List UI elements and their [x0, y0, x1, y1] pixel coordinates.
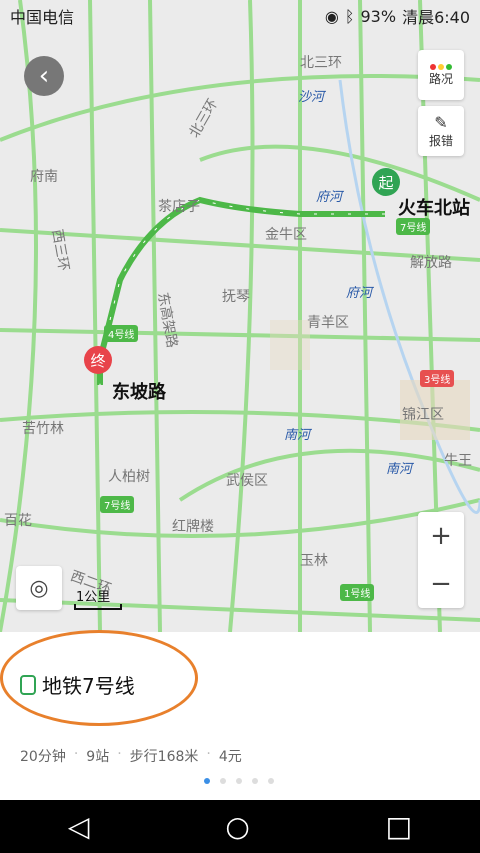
- annotation-circle: [0, 630, 198, 726]
- back-nav-icon[interactable]: ◁: [68, 810, 90, 843]
- place-label: 金牛区: [265, 227, 307, 243]
- bluetooth-icon: ᛒ: [344, 6, 355, 26]
- place-label: 府南: [30, 169, 58, 185]
- place-label: 茶店子: [158, 199, 200, 215]
- zoom-in-button[interactable]: +: [418, 512, 464, 560]
- carrier-label: 中国电信: [10, 8, 75, 27]
- recents-nav-icon[interactable]: □: [386, 810, 412, 843]
- start-marker[interactable]: 起: [372, 168, 400, 196]
- zoom-out-button[interactable]: −: [418, 560, 464, 608]
- place-label: 北三环: [300, 55, 342, 71]
- line-badge: 4号线: [104, 325, 139, 342]
- river-label: 南河: [284, 428, 311, 443]
- end-station-label: 东坡路: [112, 382, 166, 403]
- place-label: 锦江区: [402, 407, 444, 423]
- zoom-control: + −: [418, 512, 464, 608]
- battery-label: 93%: [360, 6, 397, 26]
- line-badge: 7号线: [100, 496, 135, 513]
- duration: 20分钟: [20, 749, 66, 765]
- scale-label: 1公里: [76, 590, 111, 605]
- river-label: 府河: [316, 190, 343, 205]
- scale-bar: [74, 604, 122, 610]
- report-label: 报错: [428, 134, 453, 148]
- line-badge: 3号线: [420, 370, 455, 387]
- place-label: 苦竹林: [22, 421, 64, 437]
- status-bar: 中国电信 ◉ ᛒ 93% 清晨6:40: [0, 0, 480, 32]
- line-badge: 1号线: [340, 584, 375, 601]
- locate-button[interactable]: ◎: [16, 566, 62, 610]
- map-view[interactable]: 北三环 北三环 沙河 府河 茶店子 金牛区 解放路 抚琴 府河 青羊区 锦江区 …: [0, 0, 480, 632]
- river-label: 府河: [346, 286, 373, 301]
- place-label: 武侯区: [226, 473, 268, 489]
- locate-icon: ◎: [29, 575, 49, 601]
- stop-count: 9站: [86, 749, 110, 765]
- nav-bar: ◁ ○ □: [0, 800, 480, 853]
- place-label: 抚琴: [222, 289, 250, 305]
- river-label: 沙河: [298, 90, 325, 105]
- walk-distance: 步行168米: [129, 749, 199, 765]
- place-label: 玉林: [300, 553, 328, 569]
- place-label: 青羊区: [307, 315, 349, 331]
- time-label: 清晨6:40: [402, 8, 470, 27]
- location-icon: ◉: [324, 6, 339, 26]
- end-marker[interactable]: 终: [84, 346, 112, 374]
- place-label: 牛王: [444, 453, 472, 469]
- traffic-button[interactable]: 路况: [418, 50, 464, 100]
- start-station-label: 火车北站: [398, 198, 470, 219]
- place-label: 人柏树: [108, 469, 150, 485]
- place-label: 红牌楼: [172, 519, 214, 535]
- page-indicator: [204, 778, 274, 784]
- fare: 4元: [218, 749, 242, 765]
- back-button[interactable]: ‹: [24, 56, 64, 96]
- traffic-label: 路况: [428, 71, 453, 86]
- place-label: 百花: [4, 513, 32, 529]
- line-badge: 7号线: [396, 218, 431, 235]
- home-nav-icon[interactable]: ○: [225, 810, 249, 843]
- route-info: 20分钟 · 9站 · 步行168米 · 4元: [20, 746, 242, 765]
- edit-icon: ✎: [434, 113, 448, 132]
- place-label: 解放路: [410, 255, 452, 271]
- report-button[interactable]: ✎ 报错: [418, 106, 464, 156]
- map-canvas: [0, 0, 480, 632]
- river-label: 南河: [386, 462, 413, 477]
